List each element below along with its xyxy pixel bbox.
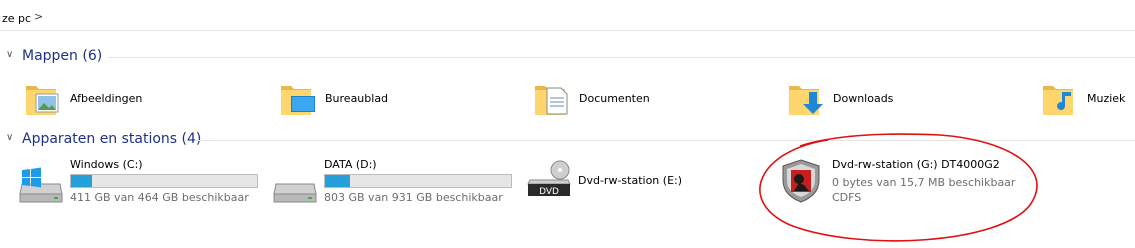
group-title: Mappen (6)	[22, 48, 103, 64]
downloads-folder-icon	[789, 86, 823, 115]
folder-label: Afbeeldingen	[70, 92, 143, 105]
drive-filesystem: CDFS	[832, 191, 862, 204]
collapse-icon[interactable]: ∨	[6, 49, 13, 60]
folder-label: Bureaublad	[325, 92, 389, 105]
drive-usage-fill	[325, 175, 351, 187]
drive-free-space: 411 GB van 464 GB beschikbaar	[70, 191, 249, 204]
hard-drive-icon	[273, 183, 317, 203]
drive-item-c[interactable]: Windows (C:) 411 GB van 464 GB beschikba…	[18, 158, 268, 214]
desktop-folder-icon	[281, 86, 315, 115]
documents-folder-icon	[535, 86, 568, 115]
folder-item-downloads[interactable]: Downloads	[787, 78, 1027, 118]
group-divider	[196, 140, 1135, 141]
drive-usage-fill	[71, 175, 93, 187]
folder-label: Documenten	[579, 92, 650, 105]
folder-label: Muziek	[1087, 92, 1126, 105]
drive-name: Dvd-rw-station (G:) DT4000G2	[832, 158, 1000, 171]
drive-item-g[interactable]: Dvd-rw-station (G:) DT4000G2 0 bytes van…	[780, 158, 1080, 214]
dvd-logo-text: DVD	[539, 187, 559, 197]
drive-name: Windows (C:)	[70, 158, 143, 171]
drive-free-space: 0 bytes van 15,7 MB beschikbaar	[832, 176, 1016, 189]
folder-item-afbeeldingen[interactable]: Afbeeldingen	[24, 78, 264, 118]
music-folder-icon	[1043, 86, 1073, 115]
drive-free-space: 803 GB van 931 GB beschikbaar	[324, 191, 503, 204]
folder-label: Downloads	[833, 92, 894, 105]
drive-usage-bar	[70, 174, 258, 188]
pictures-folder-icon	[26, 86, 59, 115]
folder-item-muziek[interactable]: Muziek	[1041, 78, 1135, 118]
collapse-icon[interactable]: ∨	[6, 132, 13, 143]
group-divider	[108, 57, 1135, 58]
folder-item-documenten[interactable]: Documenten	[533, 78, 773, 118]
group-header-folders[interactable]: ∨ Mappen (6)	[0, 48, 1135, 66]
group-title: Apparaten en stations (4)	[22, 131, 202, 147]
windows-drive-icon	[19, 167, 63, 203]
folder-item-bureaublad[interactable]: Bureaublad	[279, 78, 519, 118]
group-header-drives[interactable]: ∨ Apparaten en stations (4)	[0, 131, 1135, 149]
address-bar[interactable]: ze pc >	[0, 0, 1135, 31]
kingston-drive-icon	[782, 159, 820, 203]
breadcrumb[interactable]: ze pc	[2, 12, 31, 25]
drive-usage-bar	[324, 174, 512, 188]
drive-name: Dvd-rw-station (E:)	[578, 174, 683, 187]
drive-name: DATA (D:)	[324, 158, 377, 171]
drive-item-d[interactable]: DATA (D:) 803 GB van 931 GB beschikbaar	[272, 158, 522, 214]
chevron-right-icon[interactable]: >	[34, 10, 43, 23]
drive-item-e[interactable]: DVD Dvd-rw-station (E:)	[526, 158, 776, 214]
dvd-drive-icon: DVD	[527, 160, 571, 197]
